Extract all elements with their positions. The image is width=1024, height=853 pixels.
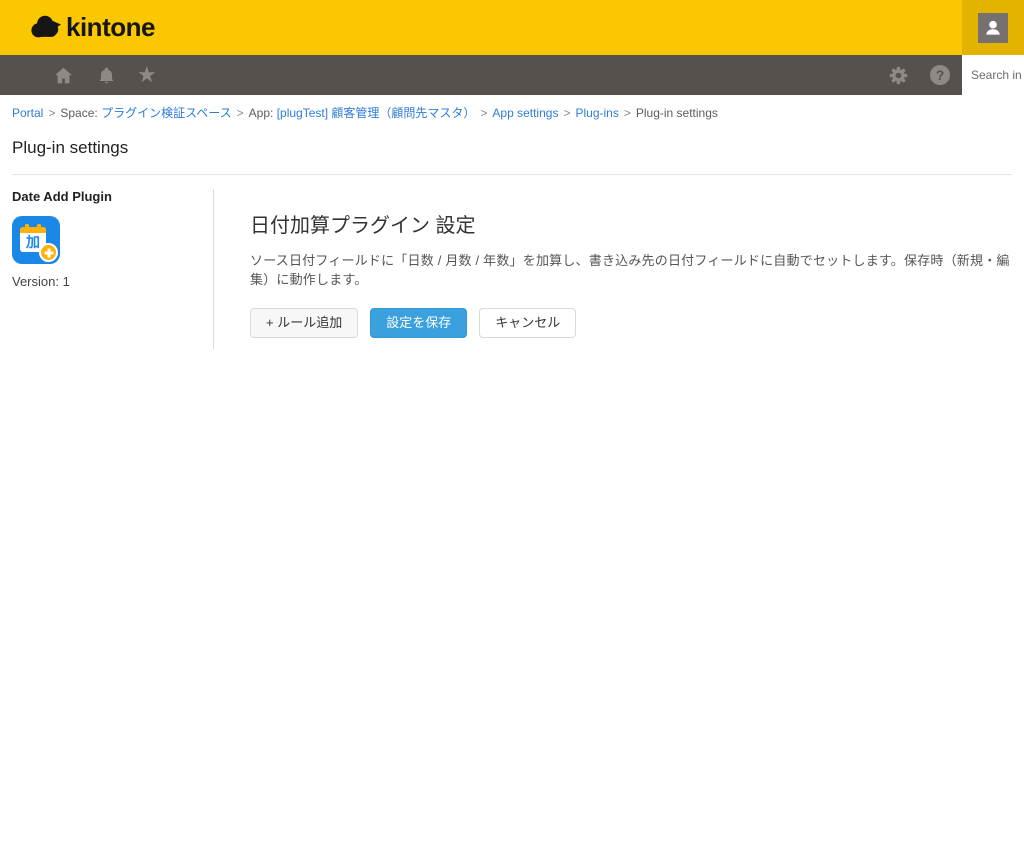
search-input[interactable] [962,55,1024,95]
save-settings-button[interactable]: 設定を保存 [370,308,468,338]
plugin-version: Version: 1 [12,274,70,289]
add-rule-button[interactable]: + ルール追加 [250,308,359,338]
breadcrumb-link-app-settings[interactable]: App settings [492,106,558,120]
breadcrumb-link-app[interactable]: [plugTest] 顧客管理（顧問先マスタ） [277,106,476,120]
plugin-settings-panel: 日付加算プラグイン 設定 ソース日付フィールドに「日数 / 月数 / 年数」を加… [214,189,1024,349]
account-area [962,0,1024,55]
breadcrumb-separator: > [623,106,631,120]
settings-gear-icon[interactable] [888,65,909,86]
plus-badge-icon [39,243,58,262]
breadcrumb-link-portal[interactable]: Portal [12,106,43,120]
plugin-description: ソース日付フィールドに「日数 / 月数 / 年数」を加算し、書き込み先の日付フィ… [250,253,1010,287]
kintone-logo[interactable]: kintone [30,12,155,43]
cancel-button[interactable]: キャンセル [479,308,577,338]
plugin-sidebar: Date Add Plugin 加 Version: 1 [0,189,213,349]
kintone-cloud-icon [31,15,62,38]
breadcrumb-separator: > [563,106,571,120]
home-icon[interactable] [53,65,74,86]
breadcrumb-link-space[interactable]: プラグイン検証スペース [101,106,232,120]
breadcrumb-link-plugins[interactable]: Plug-ins [575,106,618,120]
kintone-logo-text: kintone [66,12,155,42]
notifications-bell-icon[interactable] [97,65,116,86]
breadcrumb-prefix-space: Space: [60,106,102,120]
plugin-app-icon: 加 [12,216,60,264]
breadcrumb-separator: > [48,106,56,120]
breadcrumb-separator: > [236,106,244,120]
breadcrumb-prefix-app: App: [248,106,277,120]
user-icon [986,20,1000,35]
favorites-star-icon[interactable]: ★ [137,64,157,86]
global-navbar: ★ ? [0,55,1024,95]
brand-header: kintone [0,0,1024,55]
help-icon[interactable]: ? [930,65,950,85]
breadcrumb: Portal > Space: プラグイン検証スペース > App: [plugTest… [0,95,1024,121]
content-area: Date Add Plugin 加 Version: 1 日付加算プラグイン 設… [0,175,1024,349]
user-avatar[interactable] [978,12,1008,43]
plugin-settings-heading: 日付加算プラグイン 設定 [250,215,476,237]
global-search [962,55,1024,95]
breadcrumb-current: Plug-in settings [635,106,718,120]
hamburger-menu-icon[interactable] [10,67,32,83]
button-row: + ルール追加 設定を保存 キャンセル [250,308,1024,338]
breadcrumb-separator: > [480,106,488,120]
plugin-name: Date Add Plugin [12,189,112,204]
page-title: Plug-in settings [12,138,129,157]
